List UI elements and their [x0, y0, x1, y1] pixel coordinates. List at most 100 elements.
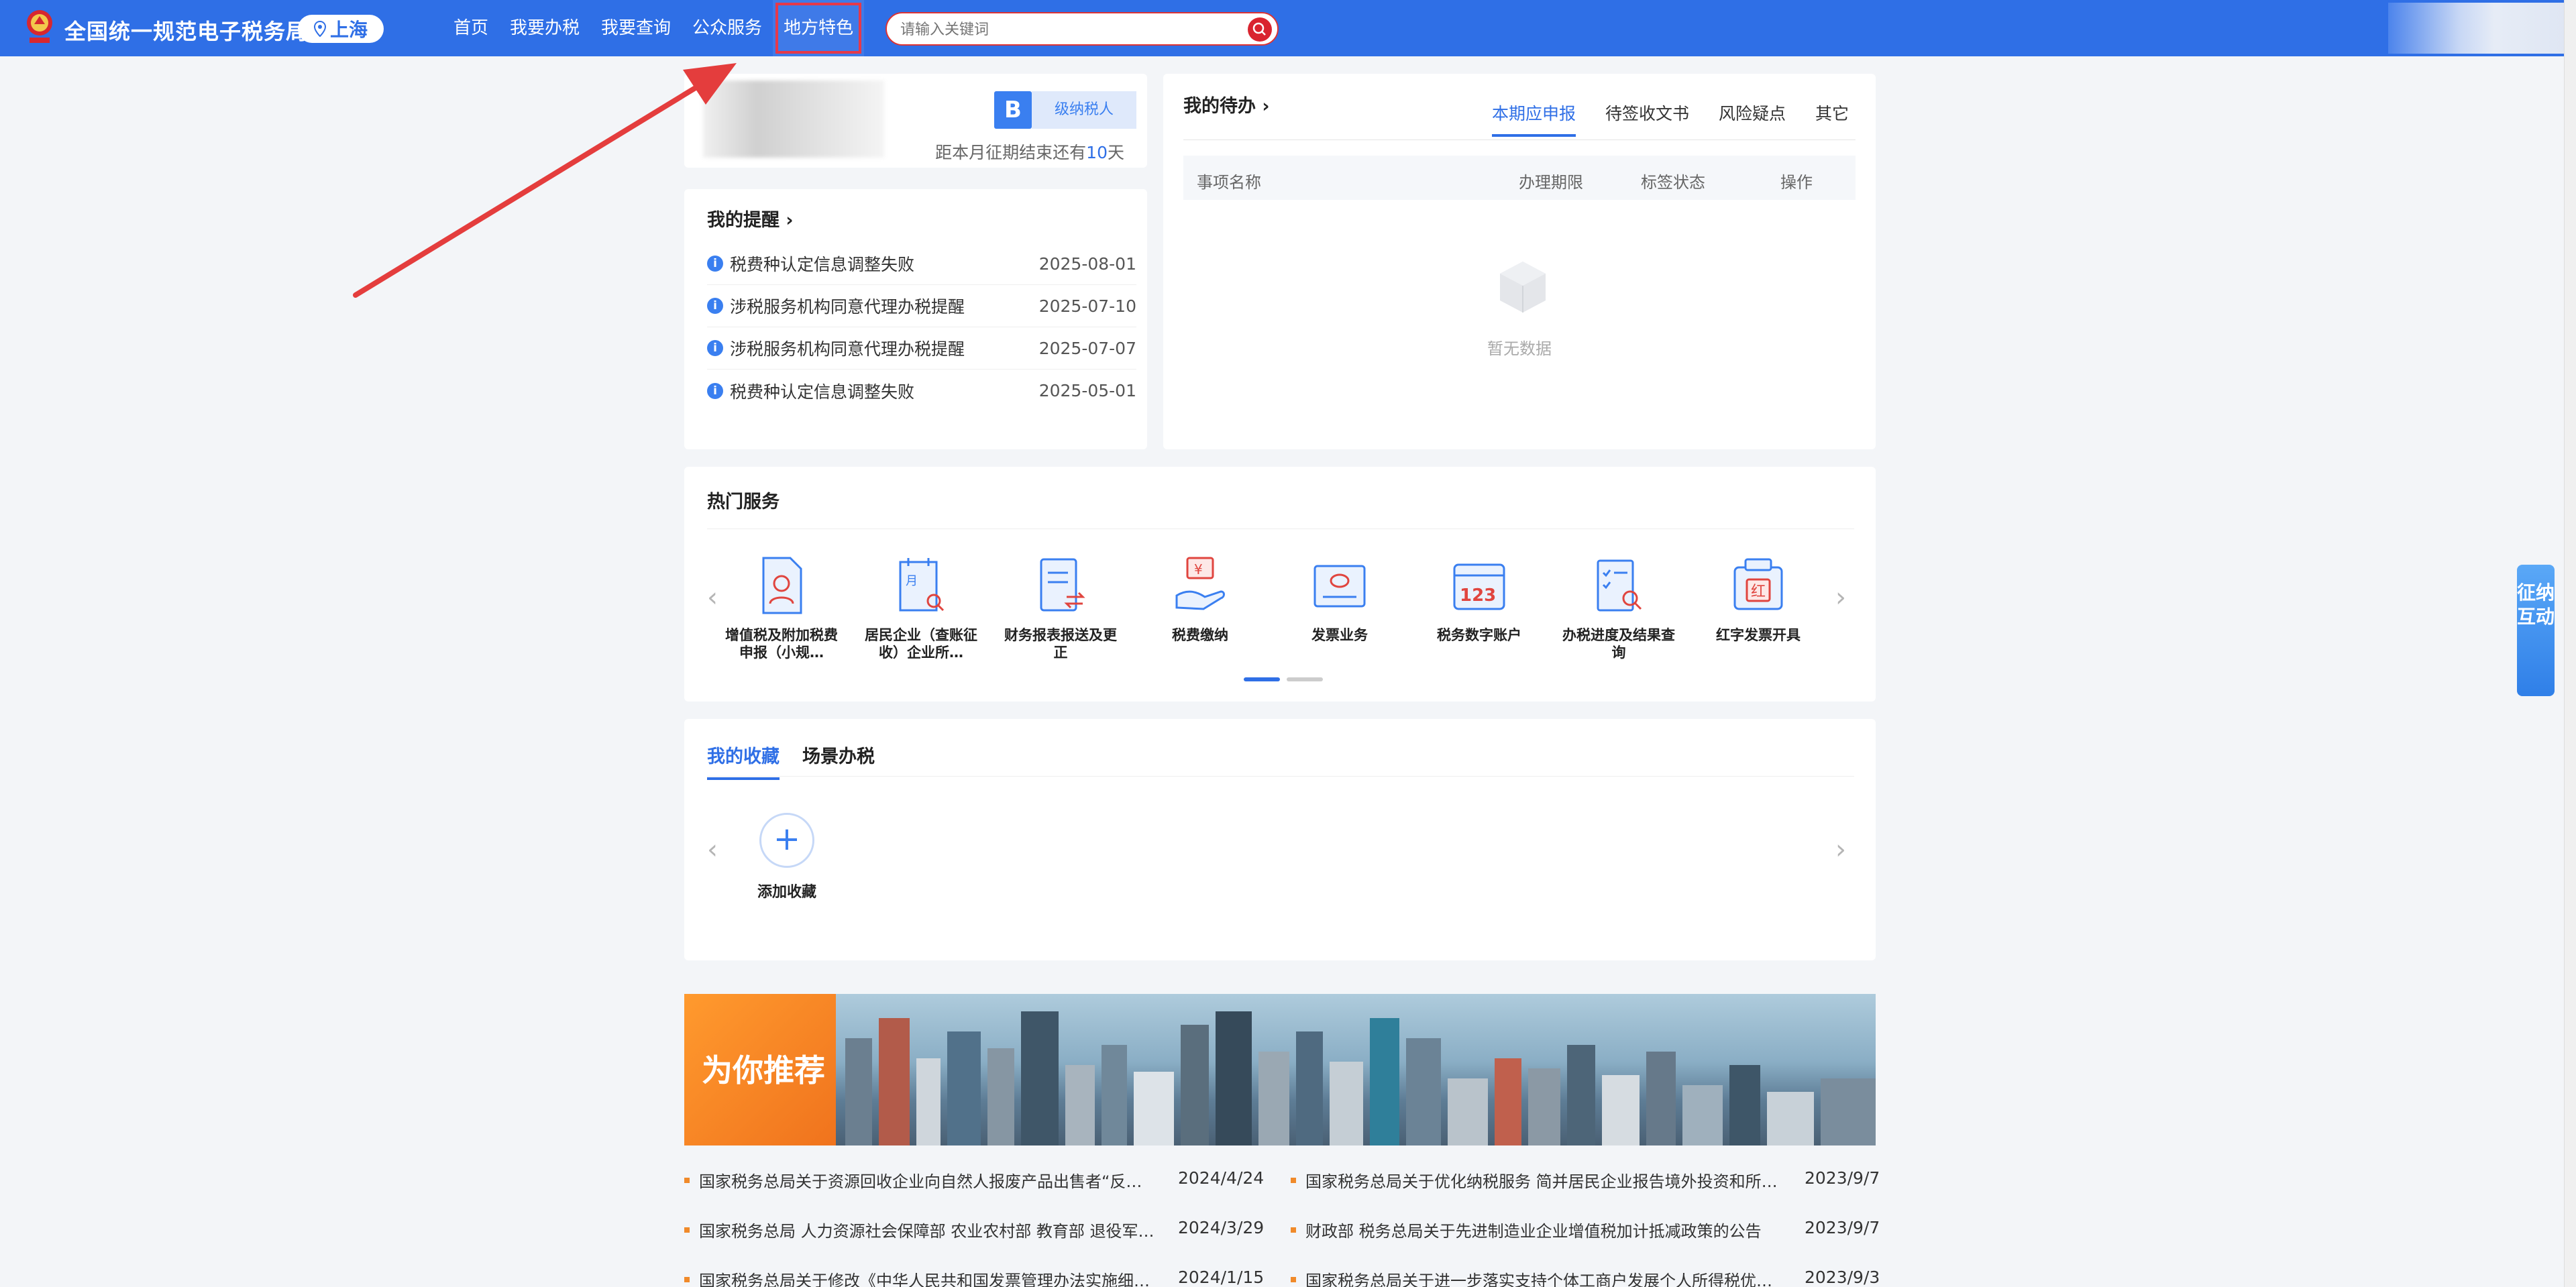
reminder-item[interactable]: i 涉税服务机构同意代理办税提醒 2025-07-10	[707, 285, 1136, 327]
bullet-icon	[684, 1177, 690, 1183]
nav-public-service[interactable]: 公众服务	[682, 0, 773, 56]
news-title: 国家税务总局关于修改《中华人民共和国发票管理办法实施细…	[699, 1272, 1150, 1287]
favorites-card: 我的收藏 场景办税 ‹ › + 添加收藏	[684, 719, 1876, 960]
my-todo-card: 我的待办 › 本期应申报 待签收文书 风险疑点 其它 事项名称 办理期限 标签状…	[1163, 74, 1876, 449]
page-scrollbar[interactable]	[2564, 0, 2576, 1287]
service-label: 增值税及附加税费申报（小规…	[725, 627, 838, 661]
reminder-date: 2025-07-07	[1038, 338, 1136, 358]
news-item[interactable]: 国家税务总局关于修改《中华人民共和国发票管理办法实施细… 2024/1/15	[684, 1268, 1264, 1287]
reminder-item[interactable]: i 涉税服务机构同意代理办税提醒 2025-07-07	[707, 327, 1136, 370]
recommend-banner[interactable]	[684, 994, 1876, 1145]
hot-services-carousel: 增值税及附加税费申报（小规… 月 居民企业（查账征收）企业所… 财务报表报送及更…	[724, 554, 1835, 675]
search-icon	[1252, 22, 1266, 36]
column-header: 办理期限	[1519, 173, 1583, 192]
empty-state-text: 暂无数据	[1487, 339, 1552, 358]
tax-emblem-icon[interactable]	[23, 8, 56, 47]
carousel-prev-icon[interactable]: ‹	[707, 582, 718, 613]
news-item[interactable]: 国家税务总局关于优化纳税服务 简并居民企业报告境外投资和所… 2023/9/7	[1291, 1168, 1880, 1192]
news-item[interactable]: 国家税务总局关于资源回收企业向自然人报废产品出售者“反… 2024/4/24	[684, 1168, 1264, 1192]
carousel-pagination	[1244, 677, 1323, 681]
news-item[interactable]: 财政部 税务总局关于先进制造业企业增值税加计抵减政策的公告 2023/9/7	[1291, 1218, 1880, 1241]
taxpayer-profile-card: B 级纳税人 距本月征期结束还有10天	[684, 74, 1147, 168]
reminder-item[interactable]: i 税费种认定信息调整失败 2025-05-01	[707, 370, 1136, 412]
reminder-item[interactable]: i 税费种认定信息调整失败 2025-08-01	[707, 243, 1136, 285]
city-skyline-image	[845, 1011, 1876, 1145]
service-label: 发票业务	[1311, 627, 1368, 643]
tab-risk-doubts[interactable]: 风险疑点	[1719, 101, 1786, 137]
service-label: 红字发票开具	[1716, 627, 1801, 643]
info-icon: i	[707, 298, 723, 314]
bullet-icon	[684, 1276, 690, 1282]
bullet-icon	[1291, 1227, 1296, 1233]
hot-services-card: 热门服务 ‹ › 增值税及附加税费申报（小规… 月 居民企业（查账征收）企业所…	[684, 467, 1876, 702]
service-digital-account[interactable]: 123 税务数字账户	[1422, 554, 1536, 644]
tab-current-filing[interactable]: 本期应申报	[1491, 101, 1576, 137]
tab-scenario-tax[interactable]: 场景办税	[802, 742, 875, 780]
invoice-icon	[1313, 565, 1366, 608]
news-date: 2024/4/24	[1178, 1168, 1265, 1188]
carousel-next-icon[interactable]: ›	[1835, 582, 1846, 613]
reminder-text: 税费种认定信息调整失败	[730, 382, 915, 402]
info-icon: i	[707, 340, 723, 356]
reminder-text: 涉税服务机构同意代理办税提醒	[730, 339, 965, 359]
search-button[interactable]	[1248, 17, 1272, 42]
nav-query[interactable]: 我要查询	[590, 0, 682, 56]
tab-my-favorites[interactable]: 我的收藏	[707, 742, 780, 780]
nav-local-features[interactable]: 地方特色	[773, 0, 865, 56]
favorites-prev-icon[interactable]: ‹	[707, 834, 718, 865]
service-invoice[interactable]: 发票业务	[1283, 554, 1397, 644]
news-title: 财政部 税务总局关于先进制造业企业增值税加计抵减政策的公告	[1305, 1222, 1762, 1241]
favorites-next-icon[interactable]: ›	[1835, 834, 1846, 865]
deadline-days: 10	[1086, 143, 1108, 162]
search-input[interactable]	[900, 19, 1236, 40]
news-title: 国家税务总局关于优化纳税服务 简并居民企业报告境外投资和所…	[1305, 1172, 1778, 1191]
filing-deadline: 距本月征期结束还有10天	[935, 139, 1124, 164]
info-icon: i	[707, 382, 723, 399]
person-doc-icon	[762, 557, 802, 614]
todo-title[interactable]: 我的待办 ›	[1183, 91, 1270, 117]
column-header: 标签状态	[1641, 173, 1705, 192]
news-date: 2024/3/29	[1178, 1218, 1265, 1237]
carousel-dot[interactable]	[1287, 677, 1323, 681]
news-date: 2023/9/7	[1805, 1168, 1880, 1188]
divider	[707, 776, 1854, 777]
deadline-suffix: 天	[1107, 143, 1124, 162]
location-pin-icon	[313, 21, 326, 37]
service-financial-report[interactable]: 财务报表报送及更正	[1004, 554, 1118, 661]
service-corporate-income-tax[interactable]: 月 居民企业（查账征收）企业所…	[864, 554, 978, 661]
main-nav: 首页 我要办税 我要查询 公众服务 地方特色	[443, 0, 865, 56]
digital-account-icon: 123	[1453, 563, 1505, 610]
hot-services-title: 热门服务	[707, 492, 780, 512]
nav-home[interactable]: 首页	[443, 0, 499, 56]
service-label: 税务数字账户	[1437, 627, 1521, 643]
service-red-invoice[interactable]: 红 红字发票开具	[1701, 554, 1815, 644]
tab-others[interactable]: 其它	[1815, 101, 1849, 137]
news-title: 国家税务总局关于进一步落实支持个体工商户发展个人所得税优…	[1305, 1272, 1772, 1287]
svg-text:月: 月	[906, 574, 918, 588]
top-header: 全国统一规范电子税务局 上海 首页 我要办税 我要查询 公众服务 地方特色	[0, 0, 2565, 56]
reminders-title[interactable]: 我的提醒 ›	[707, 205, 794, 231]
app-title[interactable]: 全国统一规范电子税务局	[64, 15, 308, 46]
search-box	[885, 12, 1279, 46]
service-vat-filing[interactable]: 增值税及附加税费申报（小规…	[724, 554, 839, 661]
news-item[interactable]: 国家税务总局 人力资源社会保障部 农业农村部 教育部 退役军… 2024/3/2…	[684, 1218, 1264, 1241]
news-date: 2023/9/3	[1805, 1268, 1880, 1287]
user-avatar[interactable]	[2388, 3, 2565, 54]
city-selector[interactable]: 上海	[298, 15, 384, 43]
carousel-dot[interactable]	[1244, 677, 1280, 681]
add-favorite-button[interactable]: +	[759, 813, 814, 868]
svg-text:123: 123	[1460, 585, 1496, 606]
add-favorite-label: 添加收藏	[757, 884, 816, 901]
news-item[interactable]: 国家税务总局关于进一步落实支持个体工商户发展个人所得税优… 2023/9/3	[1291, 1268, 1880, 1287]
interaction-float-button[interactable]: 征纳互动	[2517, 565, 2555, 696]
deadline-prefix: 距本月征期结束还有	[935, 143, 1087, 162]
nav-handle-tax[interactable]: 我要办税	[499, 0, 590, 56]
tab-documents-to-sign[interactable]: 待签收文书	[1605, 101, 1689, 137]
credit-level-label: 级纳税人	[1032, 91, 1136, 129]
service-progress-query[interactable]: 办税进度及结果查询	[1562, 554, 1676, 661]
service-tax-payment[interactable]: ¥ 税费缴纳	[1143, 554, 1257, 644]
favorites-tabs: 我的收藏 场景办税	[707, 742, 875, 780]
reminder-list: i 税费种认定信息调整失败 2025-08-01 i 涉税服务机构同意代理办税提…	[707, 243, 1136, 412]
reminder-date: 2025-07-10	[1038, 296, 1136, 316]
service-label: 办税进度及结果查询	[1562, 627, 1675, 661]
